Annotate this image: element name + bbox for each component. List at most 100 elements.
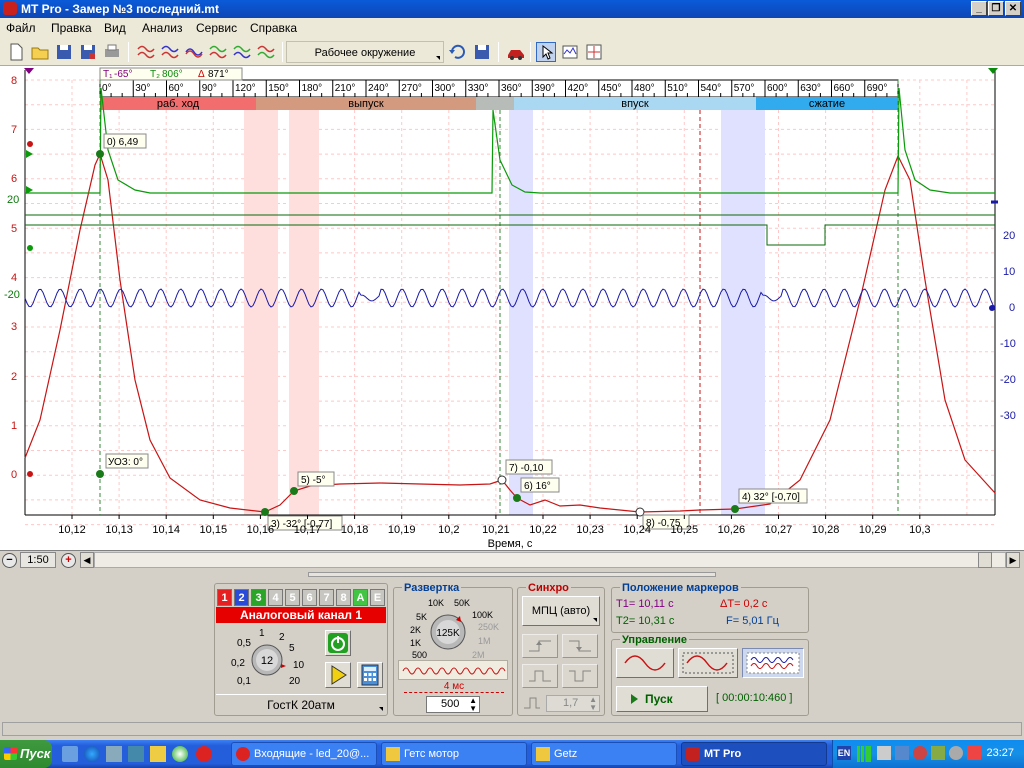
- wave-tool-5-icon[interactable]: [232, 42, 252, 62]
- stepper-arrows-icon[interactable]: ▲ ▼: [469, 697, 477, 713]
- close-button[interactable]: ✕: [1005, 1, 1021, 16]
- oscillogram-chart[interactable]: 0° 30° 60° 90° 120° 150° 180° 210° 240° 270° 300° 3…: [0, 66, 1024, 550]
- new-file-icon[interactable]: [6, 42, 26, 62]
- quicklaunch-icon-5[interactable]: [150, 746, 166, 762]
- scroll-left-icon[interactable]: ◀: [80, 552, 94, 568]
- sync-pulse-neg-button[interactable]: [562, 664, 598, 688]
- x-tick-label: 10,23: [576, 524, 604, 536]
- desktop-icon[interactable]: [62, 746, 78, 762]
- channel-tab-e[interactable]: E: [370, 589, 385, 606]
- maximize-button[interactable]: ❐: [988, 1, 1004, 16]
- wave-tool-3-icon[interactable]: [184, 42, 204, 62]
- wave-tool-6-icon[interactable]: [256, 42, 276, 62]
- channel-marker-green-1[interactable]: [26, 150, 33, 158]
- cursor-mode-icon[interactable]: [536, 42, 556, 62]
- start-button[interactable]: Пуск: [616, 686, 708, 712]
- scroll-track[interactable]: [94, 552, 1006, 568]
- channel-tab-6[interactable]: 6: [302, 589, 317, 606]
- point-0[interactable]: [96, 150, 104, 158]
- play-channel-button[interactable]: [325, 662, 351, 688]
- minimize-button[interactable]: _: [971, 1, 987, 16]
- menu-file[interactable]: Файл: [6, 21, 36, 35]
- channel-marker-red[interactable]: [27, 141, 33, 147]
- spectrum-icon[interactable]: [560, 42, 580, 62]
- language-indicator[interactable]: EN: [837, 746, 851, 760]
- marker-t2-handle[interactable]: [988, 68, 998, 74]
- save-icon[interactable]: [54, 42, 74, 62]
- sync-falling-edge-button[interactable]: [562, 634, 598, 658]
- point-4[interactable]: [731, 505, 739, 513]
- menu-edit[interactable]: Правка: [51, 21, 92, 35]
- point-6[interactable]: [513, 494, 521, 502]
- channel-tab-2[interactable]: 2: [234, 589, 249, 606]
- menu-service[interactable]: Сервис: [196, 21, 237, 35]
- zoom-out-icon[interactable]: −: [2, 553, 17, 568]
- tray-icon-3[interactable]: [877, 746, 891, 760]
- media-player-icon[interactable]: [172, 746, 188, 762]
- scroll-right-icon[interactable]: ▶: [1006, 552, 1020, 568]
- sync-pulse-pos-button[interactable]: [522, 664, 558, 688]
- gain-knob[interactable]: 12 0,5 1 2 5 0,2 10 0,1 20: [219, 624, 315, 690]
- task-folder-2[interactable]: Getz: [531, 742, 677, 766]
- power-button[interactable]: [325, 630, 351, 656]
- wave-tool-1-icon[interactable]: [136, 42, 156, 62]
- network-icon[interactable]: [895, 746, 909, 760]
- task-mail[interactable]: Входящие - led_20@...: [231, 742, 377, 766]
- channel-tab-8[interactable]: 8: [336, 589, 351, 606]
- sync-mode-dropdown[interactable]: МПЦ (авто): [522, 596, 600, 626]
- channel-marker-red-2[interactable]: [27, 471, 33, 477]
- scroll-thumb[interactable]: [978, 552, 992, 568]
- wave-tool-4-icon[interactable]: [208, 42, 228, 62]
- panel-resize-handle[interactable]: [0, 569, 1024, 579]
- task-folder-1[interactable]: Гетс мотор: [381, 742, 527, 766]
- sync-rising-edge-button[interactable]: [522, 634, 558, 658]
- sweep-knob[interactable]: 125K 10K 50K 5K 100K 2K 250K 1K 1M 500 2…: [398, 594, 510, 660]
- zoom-in-icon[interactable]: +: [61, 553, 76, 568]
- resize-grip[interactable]: [308, 572, 716, 577]
- stepper-arrows-icon[interactable]: ▲ ▼: [589, 696, 597, 712]
- open-folder-icon[interactable]: [30, 42, 50, 62]
- point-7[interactable]: [497, 475, 507, 485]
- time-scale[interactable]: 1:50: [20, 552, 56, 568]
- tray-icon-8[interactable]: [967, 746, 981, 760]
- normal-mode-button[interactable]: [678, 648, 738, 678]
- tray-icon-7[interactable]: [949, 746, 963, 760]
- signal-icon[interactable]: [857, 746, 871, 762]
- channel-tab-5[interactable]: 5: [285, 589, 300, 606]
- menu-analysis[interactable]: Анализ: [142, 21, 183, 35]
- opera-icon[interactable]: [196, 746, 212, 762]
- task-mtpro[interactable]: MT Pro: [681, 742, 827, 766]
- channel-tab-3[interactable]: 3: [251, 589, 266, 606]
- channel-tab-4[interactable]: 4: [268, 589, 283, 606]
- continuous-mode-button[interactable]: [742, 648, 804, 678]
- sensor-select[interactable]: ГостК 20атм: [216, 694, 386, 714]
- tray-icon-6[interactable]: [931, 746, 945, 760]
- print-icon[interactable]: [102, 42, 122, 62]
- point-uoz[interactable]: [96, 470, 104, 478]
- channel-tab-7[interactable]: 7: [319, 589, 334, 606]
- zoom-fit-icon[interactable]: [584, 42, 604, 62]
- quicklaunch-icon-4[interactable]: [128, 746, 144, 762]
- single-mode-button[interactable]: [616, 648, 674, 678]
- channel-marker-green-3[interactable]: [27, 245, 33, 251]
- point-5[interactable]: [290, 487, 298, 495]
- channel-tab-1[interactable]: 1: [217, 589, 232, 606]
- sweep-count-stepper[interactable]: 500 ▲ ▼: [426, 696, 480, 713]
- workspace-dropdown[interactable]: Рабочее окружение: [286, 41, 444, 63]
- undo-icon[interactable]: [448, 42, 468, 62]
- save-as-icon[interactable]: [78, 42, 98, 62]
- point-3[interactable]: [261, 508, 269, 516]
- menu-view[interactable]: Вид: [104, 21, 126, 35]
- quicklaunch-icon-3[interactable]: [106, 746, 122, 762]
- sync-level-stepper[interactable]: 1,7 ▲ ▼: [546, 695, 600, 712]
- tray-icon-5[interactable]: [913, 746, 927, 760]
- chart-svg[interactable]: 0° 30° 60° 90° 120° 150° 180° 210° 240° 270° 300° 3…: [0, 66, 1024, 550]
- channel-tab-a[interactable]: A: [353, 589, 368, 606]
- calculator-button[interactable]: [357, 662, 383, 688]
- start-button[interactable]: Пуск: [0, 740, 52, 768]
- car-icon[interactable]: [506, 42, 526, 62]
- wave-tool-2-icon[interactable]: [160, 42, 180, 62]
- ie-icon[interactable]: [84, 746, 100, 762]
- save-settings-icon[interactable]: [472, 42, 492, 62]
- menu-help[interactable]: Справка: [250, 21, 297, 35]
